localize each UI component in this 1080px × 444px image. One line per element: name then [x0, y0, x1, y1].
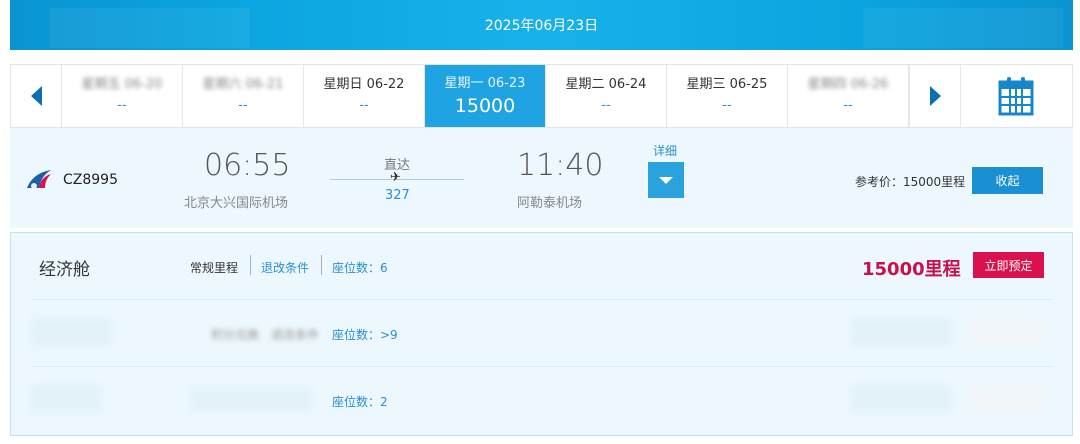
chevron-down-icon: [659, 176, 673, 184]
seat-count: 座位数：>9: [332, 328, 398, 342]
date-tab-price: --: [238, 98, 248, 113]
departure-airport: 北京大兴国际机场: [184, 196, 289, 211]
book-now-button[interactable]: 立即预定: [973, 252, 1044, 278]
book-now-button[interactable]: [973, 386, 1044, 412]
chevron-left-icon: [30, 86, 42, 106]
date-tab-price: --: [722, 98, 732, 113]
date-tab-price: --: [359, 98, 369, 113]
fare-type: 积分兑换: [211, 328, 260, 342]
obscured-region: [31, 385, 101, 413]
plane-icon: ✈: [390, 170, 401, 185]
fare-type: 常规里程: [190, 261, 239, 275]
change-rules-link[interactable]: 退改条件: [261, 259, 309, 276]
selected-date-title: 2025年06月23日: [484, 18, 599, 34]
banner-shade-right: [863, 8, 1063, 48]
date-tab-label: 星期四 06-26: [807, 77, 889, 92]
fare-row: 经济舱 常规里程 退改条件 座位数：6 15000里程 立即预定: [31, 233, 1053, 300]
arrival-time: 11:40: [517, 148, 604, 183]
date-tab-label: 星期三 06-25: [686, 77, 768, 92]
date-banner: 2025年06月23日: [10, 0, 1073, 50]
fare-price: 15000里程: [862, 259, 961, 280]
flight-summary: CZ8995 06:55 北京大兴国际机场 直达 ✈ 327 11:40 阿勒泰…: [10, 128, 1073, 228]
date-tab-0622[interactable]: 星期日 06-22 --: [304, 65, 425, 127]
seat-count: 座位数：6: [332, 261, 388, 275]
change-rules-link[interactable]: 退改条件: [271, 326, 319, 343]
arrival-airport: 阿勒泰机场: [517, 196, 583, 211]
detail-link[interactable]: 详细: [653, 142, 677, 159]
date-tab-label: 星期一 06-23: [444, 76, 526, 91]
date-tab-label: 星期五 06-20: [81, 77, 163, 92]
chevron-right-icon: [929, 86, 941, 106]
date-tab-0625[interactable]: 星期三 06-25 --: [667, 65, 788, 127]
date-tab-0623-selected[interactable]: 星期一 06-23 15000: [425, 65, 546, 127]
reference-price: 参考价：15000里程: [855, 175, 966, 189]
seat-count: 座位数：2: [332, 395, 388, 409]
obscured-region: [31, 318, 111, 346]
date-tab-label: 星期六 06-21: [202, 77, 284, 92]
fare-row: 座位数：2: [31, 367, 1053, 433]
book-now-button[interactable]: [973, 319, 1044, 345]
date-tab-label: 星期二 06-24: [565, 77, 647, 92]
date-selector: 星期五 06-20 -- 星期六 06-21 -- 星期日 06-22 -- 星…: [10, 64, 1073, 128]
date-tab-0626[interactable]: 星期四 06-26 --: [788, 65, 909, 127]
calendar-icon: [998, 77, 1034, 116]
date-tab-price: --: [117, 98, 127, 113]
cabin-class-label: 经济舱: [39, 260, 90, 280]
flight-number: CZ8995: [63, 172, 118, 188]
divider: [321, 255, 322, 275]
date-tab-0621[interactable]: 星期六 06-21 --: [183, 65, 304, 127]
date-tab-price: --: [601, 98, 611, 113]
aircraft-type: 327: [385, 188, 410, 203]
expand-detail-button[interactable]: [648, 162, 684, 198]
fare-row: 积分兑换 退改条件 座位数：>9: [31, 300, 1053, 367]
obscured-region: [191, 387, 311, 411]
china-southern-logo-icon: [27, 170, 51, 189]
next-dates-button[interactable]: [909, 65, 960, 127]
date-tab-price: 15000: [454, 95, 516, 117]
collapse-button[interactable]: 收起: [972, 167, 1043, 194]
departure-time: 06:55: [204, 148, 291, 183]
calendar-button[interactable]: [960, 65, 1071, 127]
obscured-region: [851, 318, 951, 346]
date-tab-label: 星期日 06-22: [323, 77, 405, 92]
date-tab-price: --: [843, 98, 853, 113]
banner-shade-left: [50, 8, 250, 48]
prev-dates-button[interactable]: [11, 65, 62, 127]
obscured-region: [851, 385, 951, 413]
divider: [250, 255, 251, 275]
cabin-fares-panel: 经济舱 常规里程 退改条件 座位数：6 15000里程 立即预定 积分兑换 退改…: [10, 232, 1073, 436]
date-tab-0624[interactable]: 星期二 06-24 --: [546, 65, 667, 127]
date-tab-0620[interactable]: 星期五 06-20 --: [62, 65, 183, 127]
